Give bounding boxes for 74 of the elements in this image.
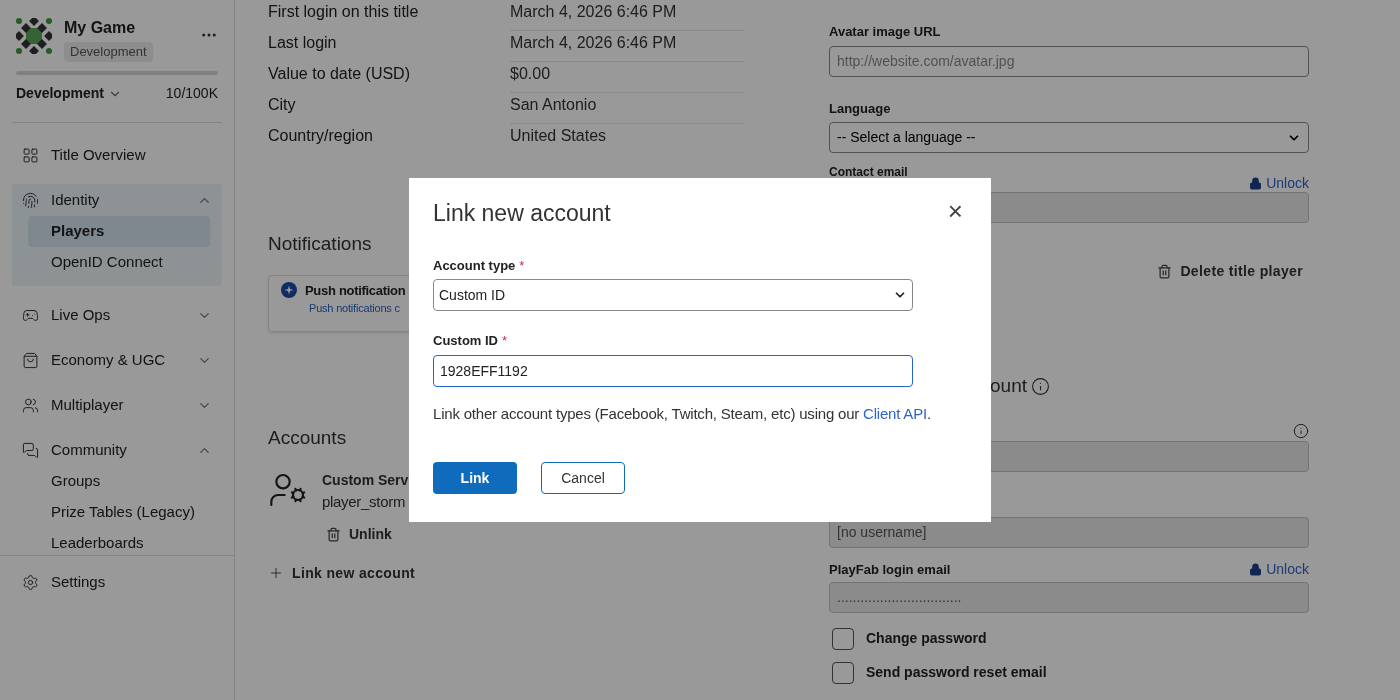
trash-icon: [326, 526, 341, 542]
field-label: PlayFab login email: [829, 561, 951, 579]
delete-player-button[interactable]: Delete title player: [1157, 261, 1303, 282]
plus-icon: [268, 565, 284, 581]
field-label: Language: [829, 99, 892, 118]
nav-item[interactable]: Identity: [12, 184, 222, 216]
people-icon: [22, 396, 39, 414]
lock-icon: [1249, 562, 1263, 576]
nav-subitem[interactable]: Groups: [28, 466, 210, 497]
detail-label: City: [268, 95, 297, 115]
unlock-link[interactable]: Unlock: [1249, 558, 1309, 580]
account-type-select[interactable]: Custom ID: [433, 279, 913, 311]
field-label: Avatar image URL: [829, 23, 942, 41]
detail-value: March 4, 2026 6:46 PM: [510, 0, 745, 31]
nav-subitem[interactable]: OpenID Connect: [28, 247, 210, 278]
info-icon[interactable]: [1293, 422, 1309, 439]
grid-icon: [22, 146, 39, 164]
field-label: Account type: [433, 256, 516, 275]
account-id: player_storm: [322, 492, 407, 512]
nav-item[interactable]: Economy & UGC: [12, 344, 222, 376]
username-field[interactable]: [no username]: [829, 516, 1309, 548]
required-mark: *: [519, 256, 525, 275]
required-mark: *: [502, 332, 508, 350]
checkbox[interactable]: [832, 627, 854, 650]
language-select[interactable]: -- Select a language --: [829, 122, 1309, 153]
detail-label: Country/region: [268, 126, 374, 146]
lock-icon: [1249, 176, 1263, 190]
usage-count: 10/100K: [165, 84, 218, 103]
checkbox-label: Change password: [866, 629, 987, 648]
unlink-button[interactable]: Unlink: [326, 523, 392, 545]
custom-id-field[interactable]: 1928EFF1192: [433, 354, 913, 387]
checkbox-label: Send password reset email: [866, 663, 1047, 682]
card-title: Push notification: [305, 281, 406, 300]
detail-value: March 4, 2026 6:46 PM: [510, 31, 745, 62]
detail-value: United States: [510, 126, 608, 146]
close-button[interactable]: ×: [947, 198, 963, 224]
link-button[interactable]: Link: [433, 462, 517, 494]
section-heading: ount: [990, 374, 1027, 398]
section-heading: Accounts: [268, 425, 348, 450]
trash-icon: [1157, 264, 1173, 279]
section-heading: Notifications: [268, 232, 373, 256]
chat-icon: [22, 441, 39, 459]
game-title: My Game: [64, 18, 137, 38]
field-label: Contact email: [829, 166, 908, 179]
detail-value: $0.00: [510, 62, 745, 93]
account-name: Custom Serv: [322, 471, 409, 490]
environment-dropdown[interactable]: Development: [16, 83, 122, 104]
cancel-button[interactable]: Cancel: [541, 462, 625, 494]
checkbox[interactable]: [832, 661, 854, 684]
logo-icon: [16, 18, 52, 54]
nav-item[interactable]: Multiplayer: [12, 389, 222, 421]
detail-value: San Antonio: [510, 93, 745, 124]
nav-item[interactable]: Community: [12, 434, 222, 466]
help-text: Link other account types (Facebook, Twitch, Steam, etc) using our Client API.: [433, 403, 932, 424]
dialog-title: Link new account: [433, 199, 611, 228]
nav-item[interactable]: Settings: [12, 566, 222, 598]
detail-label: Value to date (USD): [268, 64, 411, 84]
nav-item[interactable]: Live Ops: [12, 299, 222, 331]
nav-subitem[interactable]: Prize Tables (Legacy): [28, 497, 210, 528]
bag-icon: [22, 351, 39, 369]
link-account-button[interactable]: Link new account: [268, 562, 416, 584]
client-api-link[interactable]: Client API: [863, 404, 927, 422]
detail-label: First login on this title: [268, 2, 420, 22]
info-icon[interactable]: [1031, 376, 1050, 396]
nav-subitem[interactable]: Leaderboards: [28, 528, 210, 555]
settings-icon: [22, 573, 39, 591]
avatar-url-field[interactable]: http://website.com/avatar.jpg: [829, 45, 1309, 77]
detail-label: Last login: [268, 33, 338, 53]
environment-badge: Development: [64, 42, 153, 62]
login-email-field[interactable]: ................................: [829, 581, 1309, 613]
nav-item[interactable]: Title Overview: [12, 139, 222, 171]
nav-subitem[interactable]: Players: [28, 216, 210, 247]
unlock-link[interactable]: Unlock: [1249, 175, 1309, 191]
field-label: Custom ID: [433, 332, 498, 350]
